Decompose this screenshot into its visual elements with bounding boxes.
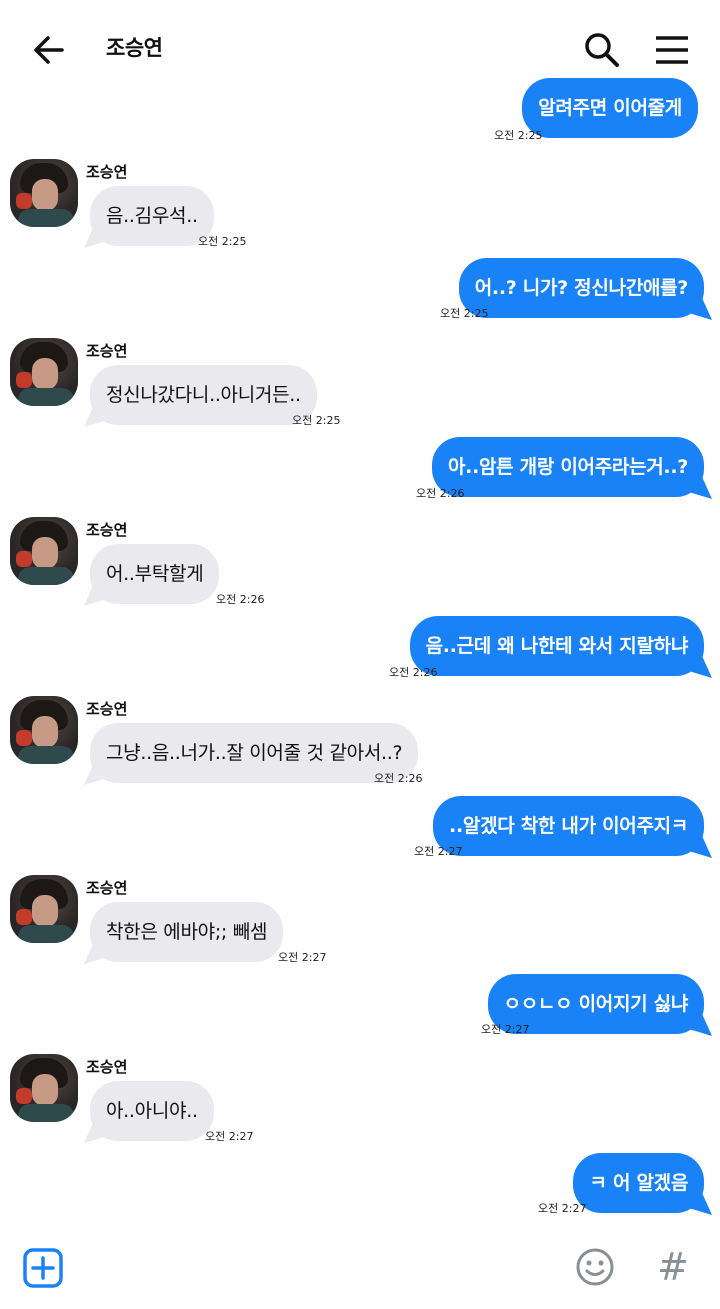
message-time: 오전 2:26 (216, 593, 265, 606)
message-bubble[interactable]: 정신나갔다니..아니거든.. (90, 365, 317, 425)
bottom-toolbar: # (0, 1230, 720, 1309)
sender-name: 조승연 (86, 700, 128, 718)
message-time: 오전 2:25 (494, 129, 543, 142)
avatar[interactable] (10, 338, 78, 406)
sender-name: 조승연 (86, 1058, 128, 1076)
message-time: 오전 2:25 (198, 235, 247, 248)
message-bubble[interactable]: 어..? 니가? 정신나간애를? (458, 258, 704, 318)
avatar[interactable] (10, 159, 78, 227)
message-time: 오전 2:27 (538, 1202, 587, 1215)
bubble-tail (690, 298, 712, 320)
bubble-tail (690, 477, 712, 499)
message-time: 오전 2:27 (278, 951, 327, 964)
hamburger-menu-icon[interactable] (650, 28, 694, 72)
message-bubble[interactable]: 아..아니야.. (90, 1081, 214, 1141)
avatar[interactable] (10, 1054, 78, 1122)
avatar[interactable] (10, 696, 78, 764)
message-bubble[interactable]: ㅋ 어 알겠음 (573, 1153, 704, 1213)
message-bubble[interactable]: 음..김우석.. (90, 186, 214, 246)
message-bubble[interactable]: 그냥..음..너가..잘 이어줄 것 같아서..? (90, 723, 419, 783)
sender-name: 조승연 (86, 521, 128, 539)
hashtag-icon[interactable]: # (652, 1244, 694, 1290)
message-bubble[interactable]: 어..부탁할게 (90, 544, 220, 604)
message-time: 오전 2:27 (414, 845, 463, 858)
arrow-left-icon[interactable] (28, 30, 72, 70)
smiley-icon[interactable] (574, 1246, 616, 1288)
message-bubble[interactable]: ..알겠다 착한 내가 이어주지ㅋ (433, 796, 704, 856)
message-time: 오전 2:25 (440, 307, 489, 320)
sender-name: 조승연 (86, 342, 128, 360)
search-icon[interactable] (580, 28, 624, 72)
message-time: 오전 2:25 (292, 414, 341, 427)
message-bubble[interactable]: 음..근데 왜 나한테 와서 지랄하냐 (409, 616, 704, 676)
message-bubble[interactable]: 알려주면 이어줄게 (522, 78, 698, 138)
message-bubble[interactable]: 아..암튼 개랑 이어주라는거..? (431, 437, 704, 497)
message-time: 오전 2:26 (389, 666, 438, 679)
plus-square-icon[interactable] (22, 1247, 64, 1289)
bubble-tail (690, 1193, 712, 1215)
message-time: 오전 2:26 (374, 772, 423, 785)
bubble-tail (690, 1014, 712, 1036)
message-time: 오전 2:26 (416, 487, 465, 500)
bubble-tail (690, 656, 712, 678)
avatar[interactable] (10, 517, 78, 585)
message-time: 오전 2:27 (205, 1130, 254, 1143)
bubble-tail (690, 836, 712, 858)
avatar[interactable] (10, 875, 78, 943)
message-bubble[interactable]: 착한은 에바야;; 빼셈 (90, 902, 284, 962)
sender-name: 조승연 (86, 879, 128, 897)
chat-title: 조승연 (106, 36, 163, 60)
message-time: 오전 2:27 (481, 1023, 530, 1036)
sender-name: 조승연 (86, 163, 128, 181)
